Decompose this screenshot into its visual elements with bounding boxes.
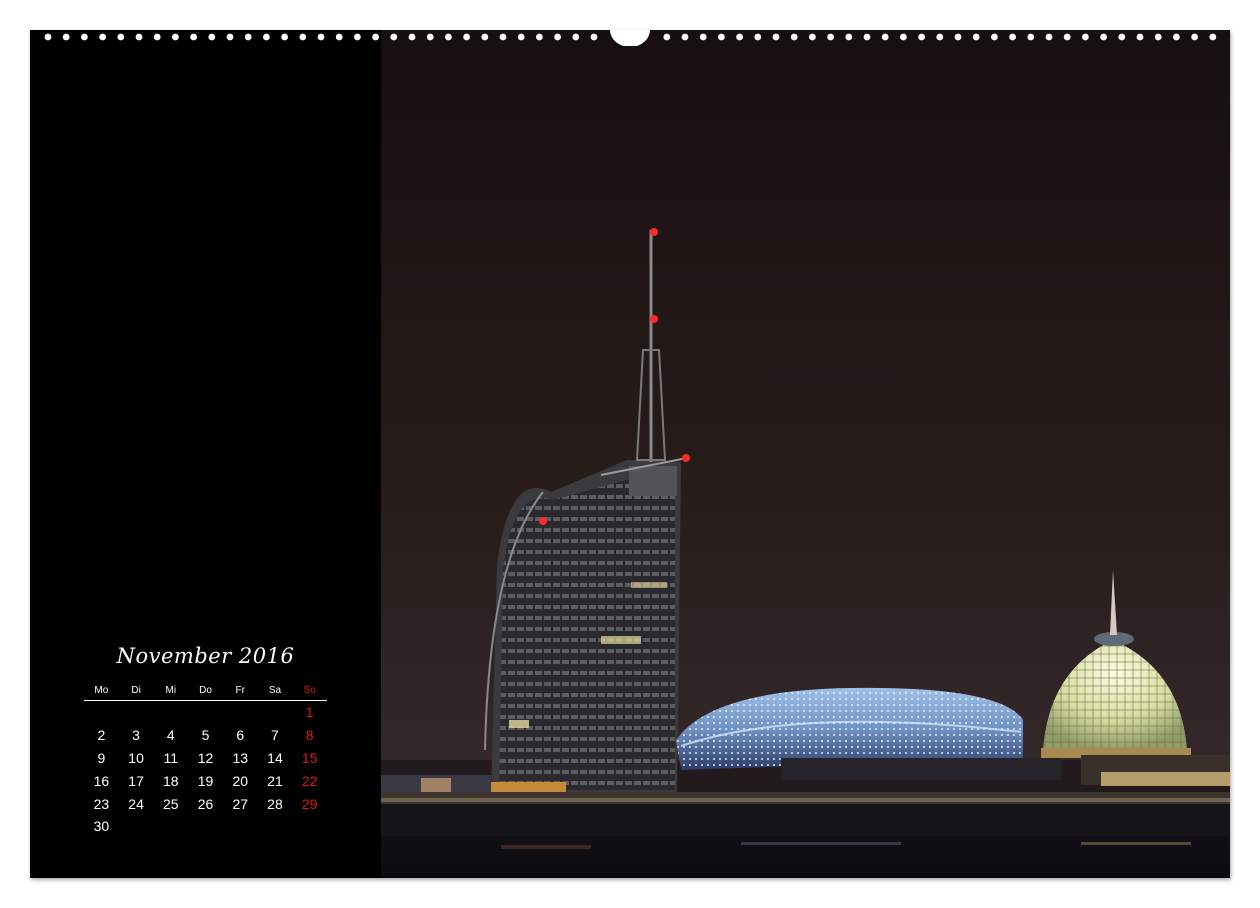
calendar-day: 22 [301, 772, 318, 789]
calendar-day: 2 [97, 727, 106, 744]
calendar-day: 19 [197, 772, 214, 789]
calendar-day: 18 [163, 772, 179, 789]
calendar-day: 20 [232, 772, 249, 789]
calendar-week-row: 9 10 11 12 13 14 15 [84, 747, 327, 770]
calendar-day: 28 [267, 795, 283, 812]
skyline-image [381, 30, 1230, 878]
calendar-weeks: 1 2 3 4 5 6 7 8 9 10 11 12 13 14 15 16 17 18 19 20 21 22 23 24 2… [84, 701, 327, 838]
calendar-day: 25 [163, 795, 179, 812]
calendar-day: 26 [197, 795, 214, 812]
calendar-day: 16 [93, 772, 110, 789]
calendar-day: 15 [301, 749, 318, 766]
weekday-mi: Mi [165, 684, 177, 696]
calendar-day: 7 [271, 727, 279, 744]
calendar-day: 6 [236, 727, 245, 744]
calendar-day: 9 [97, 749, 106, 766]
calendar-day: 21 [267, 772, 283, 789]
weekday-header: Mo Di Mi Do Fr Sa So [84, 680, 327, 701]
calendar-day: 10 [128, 749, 144, 766]
calendar-week-row: 16 17 18 19 20 21 22 [84, 769, 327, 792]
calendar-grid: Mo Di Mi Do Fr Sa So 1 2 3 4 5 6 7 8 9 10 11 12 13 14… [84, 680, 327, 838]
calendar-panel: November 2016 Mo Di Mi Do Fr Sa So 12345… [30, 30, 381, 878]
weekday-sa: Sa [268, 684, 282, 696]
night-skyline-photo [381, 30, 1230, 878]
calendar-week-row: 2 3 4 5 6 7 8 [84, 724, 327, 747]
calendar-day: 29 [301, 795, 318, 812]
calendar-day: 30 [93, 818, 110, 835]
calendar-day: 27 [232, 795, 249, 812]
calendar-day: 12 [197, 749, 214, 766]
weekday-so: So [303, 684, 316, 696]
calendar-day: 24 [128, 795, 144, 812]
month-title: November 2016 [116, 644, 295, 668]
weekday-do: Do [199, 684, 212, 696]
calendar-day: 5 [201, 727, 210, 744]
calendar-day: 11 [163, 749, 179, 766]
calendar-day: 1 [305, 704, 314, 721]
weekday-fr: Fr [235, 684, 245, 696]
calendar-week-row: 1 [84, 701, 327, 724]
calendar-day: 23 [93, 795, 110, 812]
calendar-week-row: 30 [84, 815, 327, 838]
calendar-day: 17 [128, 772, 144, 789]
calendar-day: 3 [132, 727, 140, 744]
calendar-day: 14 [267, 749, 283, 766]
calendar-day: 8 [305, 727, 314, 744]
weekday-mo: Mo [94, 684, 109, 696]
calendar-day: 13 [232, 749, 249, 766]
calendar-day: 4 [166, 727, 175, 744]
weekday-di: Di [131, 684, 141, 696]
calendar-page: November 2016 Mo Di Mi Do Fr Sa So 12345… [30, 30, 1230, 878]
calendar-week-row: 23 24 25 26 27 28 29 [84, 792, 327, 815]
